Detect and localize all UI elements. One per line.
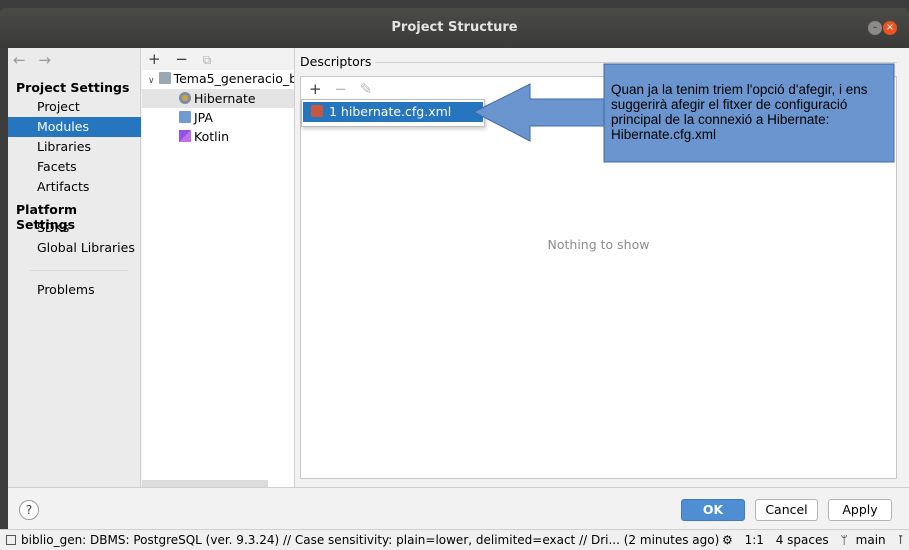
lock-icon[interactable]: ⊺ — [897, 533, 903, 547]
indent-setting[interactable]: 4 spaces — [776, 533, 829, 547]
callout-arrow-shape — [472, 83, 605, 142]
caret-position[interactable]: 1:1 — [745, 533, 764, 547]
square-icon[interactable] — [6, 535, 16, 545]
status-bar: biblio_gen: DBMS: PostgreSQL (ver. 9.3.2… — [0, 529, 909, 550]
callout-text: Quan ja la tenim triem l'opció d'afegir,… — [611, 82, 868, 142]
status-indicators: ⚙ 1:1 4 spaces ᛘ main ⊺ — [722, 530, 909, 550]
gear-icon[interactable]: ⚙ — [722, 533, 733, 547]
git-branch[interactable]: main — [856, 533, 886, 547]
status-text: biblio_gen: DBMS: PostgreSQL (ver. 9.3.2… — [21, 533, 720, 547]
branch-icon: ᛘ — [840, 533, 848, 547]
status-message: biblio_gen: DBMS: PostgreSQL (ver. 9.3.2… — [6, 530, 719, 550]
